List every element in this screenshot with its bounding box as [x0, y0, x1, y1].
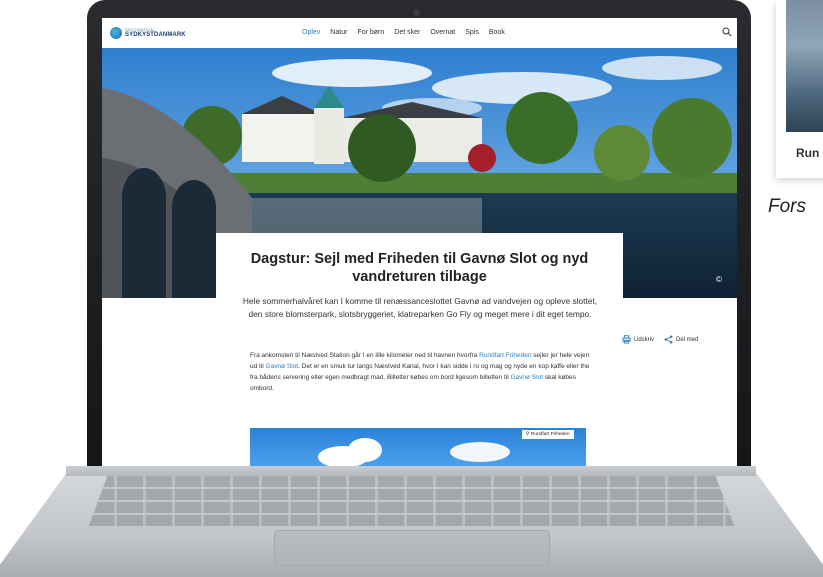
- background-photo-card: Run: [776, 0, 823, 178]
- share-icon: [664, 335, 673, 344]
- article-tools: Udskriv Del med: [622, 335, 698, 344]
- nav-item-det-sker[interactable]: Det sker: [394, 29, 420, 36]
- nav-item-spis[interactable]: Spis: [465, 29, 479, 36]
- share-button[interactable]: Del med: [664, 335, 698, 344]
- webcam: [413, 9, 420, 16]
- laptop-screen: DESTINATION SYDKYSTDANMARK Oplev Natur F…: [102, 18, 737, 466]
- background-card-label: Run: [796, 146, 820, 160]
- article-body: Fra ankomsten til Næstved Station går I …: [250, 352, 590, 392]
- hinge: [66, 466, 756, 476]
- keyboard-rows: [88, 476, 735, 528]
- logo-line-2: SYDKYSTDANMARK: [125, 32, 186, 38]
- logo-icon: [110, 27, 122, 39]
- printer-icon: [622, 335, 631, 344]
- article-card: Dagstur: Sejl med Friheden til Gavnø Slo…: [216, 233, 623, 466]
- nav-item-book[interactable]: Book: [489, 29, 505, 36]
- image-location-tag: ⚲ Rundfart Friheden: [522, 430, 574, 439]
- article-image: ⚲ Rundfart Friheden: [250, 428, 586, 466]
- link-gavno-slot-2[interactable]: Gavnø Slot: [511, 374, 544, 381]
- hero-copyright: ©: [716, 275, 722, 284]
- background-card-photo: [786, 0, 823, 132]
- link-rundfart-friheden[interactable]: Rundfart Friheden: [479, 352, 531, 359]
- nav-item-natur[interactable]: Natur: [330, 29, 347, 36]
- search-icon[interactable]: [722, 27, 732, 37]
- site-logo[interactable]: DESTINATION SYDKYSTDANMARK: [110, 27, 186, 39]
- nav-item-oplev[interactable]: Oplev: [302, 29, 320, 36]
- nav-item-for-born[interactable]: For børn: [357, 29, 384, 36]
- trackpad: [274, 530, 550, 566]
- print-button[interactable]: Udskriv: [622, 335, 654, 344]
- background-caption: Fors: [768, 196, 806, 217]
- nav-item-overnat[interactable]: Overnat: [430, 29, 455, 36]
- main-nav: Oplev Natur For børn Det sker Overnat Sp…: [302, 29, 505, 36]
- site-header: DESTINATION SYDKYSTDANMARK Oplev Natur F…: [102, 18, 737, 48]
- article-lead: Hele sommerhalvåret kan I komme til renæ…: [242, 296, 598, 319]
- link-gavno-slot[interactable]: Gavnø Slot: [266, 363, 299, 370]
- article-title: Dagstur: Sejl med Friheden til Gavnø Slo…: [250, 251, 589, 285]
- laptop-base: [0, 466, 823, 577]
- location-pin-icon: ⚲: [526, 432, 530, 437]
